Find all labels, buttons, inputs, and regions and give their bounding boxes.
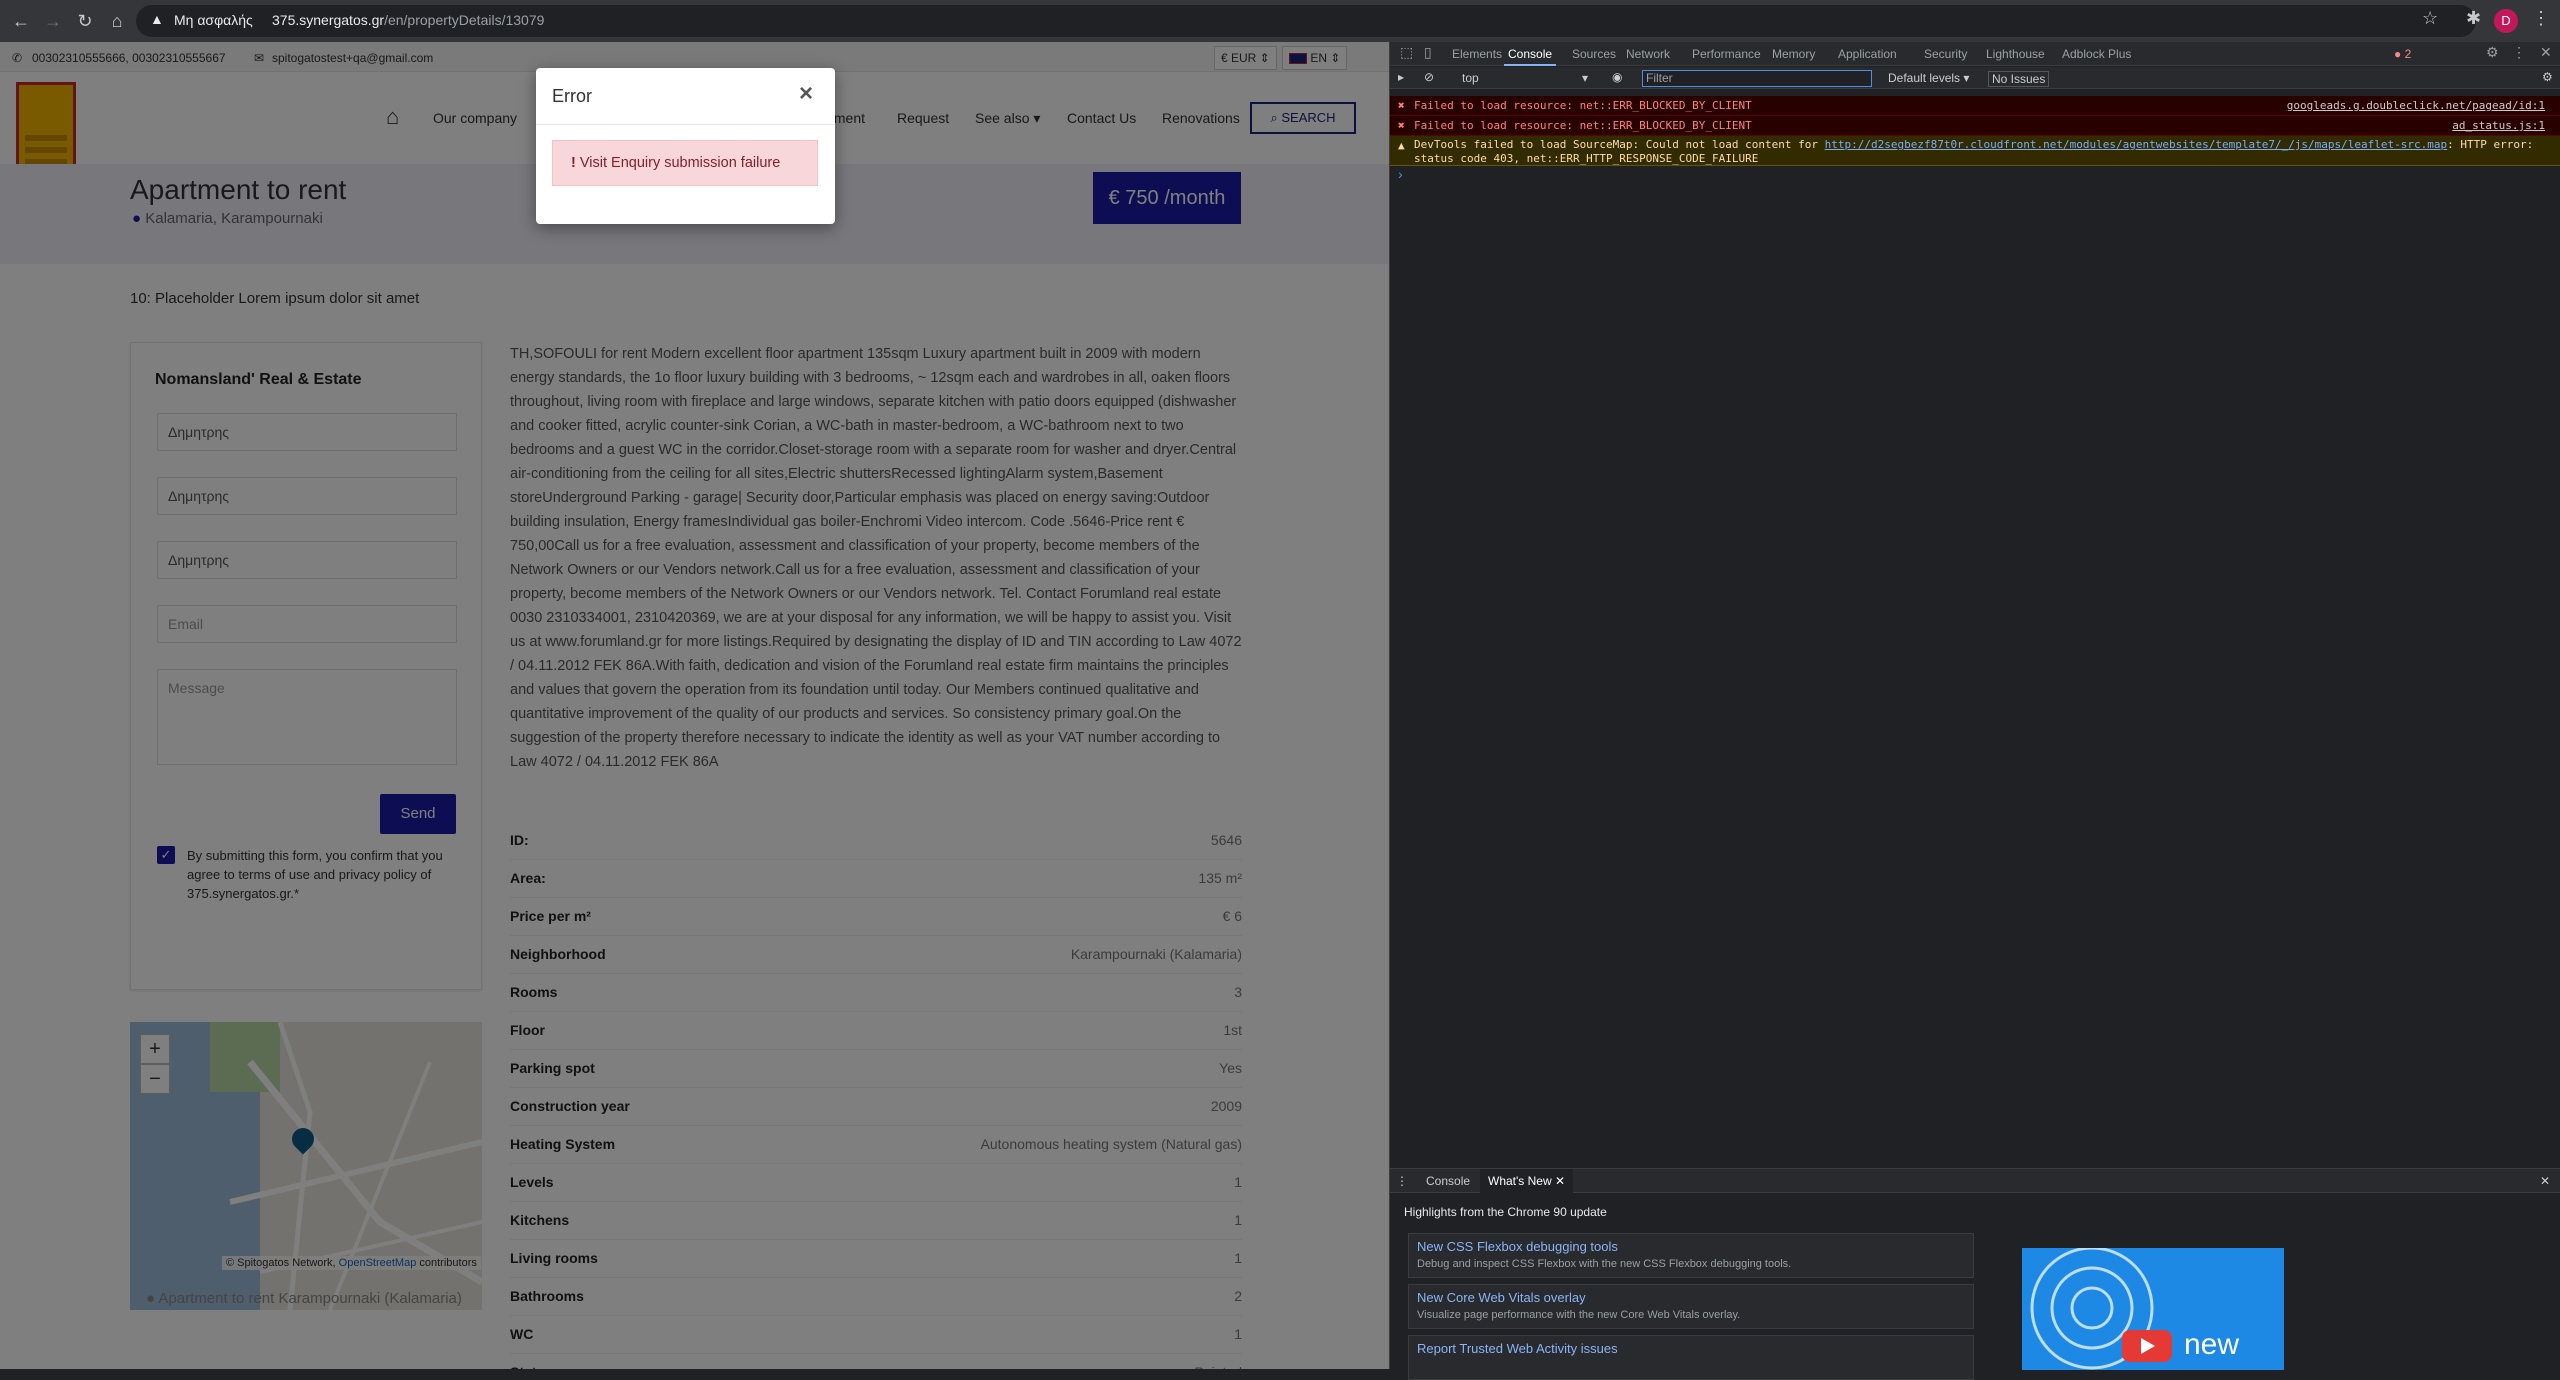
drawer-menu-icon[interactable]: ⋮ [1396,1174,1408,1188]
devtools-tab-sources[interactable]: Sources [1572,47,1616,61]
news-item[interactable]: Report Trusted Web Activity issues [1408,1335,1974,1380]
drawer-tabs: ⋮ Console What's New ✕ ✕ [1390,1169,2560,1193]
devtools-tab-performance[interactable]: Performance [1692,47,1761,61]
modal-title: Error [552,86,592,106]
inspect-icon[interactable]: ⬚ [1400,44,1413,61]
context-dropdown-icon[interactable]: ▾ [1582,71,1588,85]
play-icon[interactable] [2122,1330,2172,1362]
close-drawer-icon[interactable]: ✕ [2540,1174,2550,1188]
device-toolbar-icon[interactable]: ▯ [1424,44,1432,61]
drawer-tab-whats-new[interactable]: What's New ✕ [1480,1169,1574,1193]
error-count-badge[interactable]: ● 2 [2394,47,2411,61]
devtools-tab-lighthouse[interactable]: Lighthouse [1986,47,2045,61]
devtools-panel: ⬚ ▯ ● 2 ⚙ ⋮ ✕ Elements Console Sources Netw… [1389,42,2560,1380]
more-icon[interactable]: ⋮ [2512,44,2526,61]
news-item[interactable]: New CSS Flexbox debugging tools Debug an… [1408,1233,1974,1278]
clear-console-icon[interactable]: ⊘ [1424,70,1434,84]
modal-backdrop[interactable] [0,42,1389,1369]
console-prompt[interactable]: › [1398,166,1403,182]
news-item[interactable]: New Core Web Vitals overlay Visualize pa… [1408,1284,1974,1329]
devtools-tab-console[interactable]: Console [1508,47,1552,61]
log-levels-select[interactable]: Default levels ▾ [1888,71,1969,85]
address-bar[interactable]: ▲ Μη ασφαλής 375.synergatos.gr/en/proper… [136,5,2476,37]
error-alert: ! Visit Enquiry submission failure [552,140,818,186]
error-modal: Error × ! Visit Enquiry submission failu… [536,68,835,224]
back-icon[interactable]: ← [8,8,34,34]
devtools-tab-memory[interactable]: Memory [1772,47,1815,61]
devtools-tab-elements[interactable]: Elements [1452,47,1502,61]
devtools-tab-adblock-plus[interactable]: Adblock Plus [2062,47,2131,61]
console-error-row: ✖ Failed to load resource: net::ERR_BLOC… [1390,116,2560,136]
website-viewport: ✆ 00302310555666, 00302310555667 ✉ spito… [0,42,1389,1369]
eye-icon[interactable]: ◉ [1612,70,1622,84]
reload-icon[interactable]: ↻ [72,8,98,34]
error-icon: ✖ [1398,99,1405,112]
source-link[interactable]: ad_status.js:1 [2452,119,2545,133]
source-link[interactable]: googleads.g.doubleclick.net/pagead/id:1 [2287,99,2545,113]
error-icon: ✖ [1398,119,1405,132]
console-warning-row: ▲ DevTools failed to load SourceMap: Cou… [1390,136,2560,166]
issues-button[interactable]: No Issues [1988,71,2050,87]
console-toolbar: ▸ ⊘ top ▾ ◉ Filter Default levels ▾ No I… [1390,67,2560,89]
video-caption: new [2184,1328,2240,1361]
exclamation-icon: ! [571,155,576,171]
profile-avatar[interactable]: D [2494,9,2518,33]
video-thumbnail[interactable]: new [2022,1248,2284,1370]
home-icon[interactable]: ⌂ [104,8,130,34]
devtools-tab-network[interactable]: Network [1626,47,1670,61]
console-error-row: ✖ Failed to load resource: net::ERR_BLOC… [1390,96,2560,116]
whats-new-heading: Highlights from the Chrome 90 update [1404,1205,1607,1219]
sidebar-toggle-icon[interactable]: ▸ [1398,70,1404,84]
drawer-tab-console[interactable]: Console [1426,1174,1470,1188]
modal-divider [536,124,835,125]
console-filter-input[interactable]: Filter [1642,70,1872,87]
close-icon[interactable]: × [799,80,813,108]
active-tab-indicator [1504,64,1556,66]
url-text: 375.synergatos.gr/en/propertyDetails/130… [272,12,545,28]
browser-toolbar: ← → ↻ ⌂ ▲ Μη ασφαλής 375.synergatos.gr/e… [0,0,2560,42]
settings-icon[interactable]: ⚙ [2486,44,2499,61]
warning-icon: ▲ [150,11,164,27]
close-tab-icon[interactable]: ✕ [1555,1174,1565,1188]
devtools-tab-application[interactable]: Application [1838,47,1897,61]
bookmark-star-icon[interactable]: ☆ [2422,8,2438,29]
devtools-tabs: ⬚ ▯ ● 2 ⚙ ⋮ ✕ Elements Console Sources Netw… [1390,42,2560,66]
console-settings-icon[interactable]: ⚙ [2542,70,2553,84]
forward-icon[interactable]: → [40,8,66,34]
close-devtools-icon[interactable]: ✕ [2540,44,2552,61]
security-label: Μη ασφαλής [174,12,253,28]
devtools-drawer: ⋮ Console What's New ✕ ✕ Highlights from… [1390,1168,2560,1380]
extensions-icon[interactable]: ✱ [2466,8,2481,29]
sourcemap-link[interactable]: http://d2segbezf87t0r.cloudfront.net/mod… [1825,138,2448,151]
menu-icon[interactable]: ⋮ [2532,8,2550,29]
context-select[interactable]: top [1462,71,1479,85]
warning-icon: ▲ [1398,139,1405,152]
devtools-tab-security[interactable]: Security [1924,47,1967,61]
